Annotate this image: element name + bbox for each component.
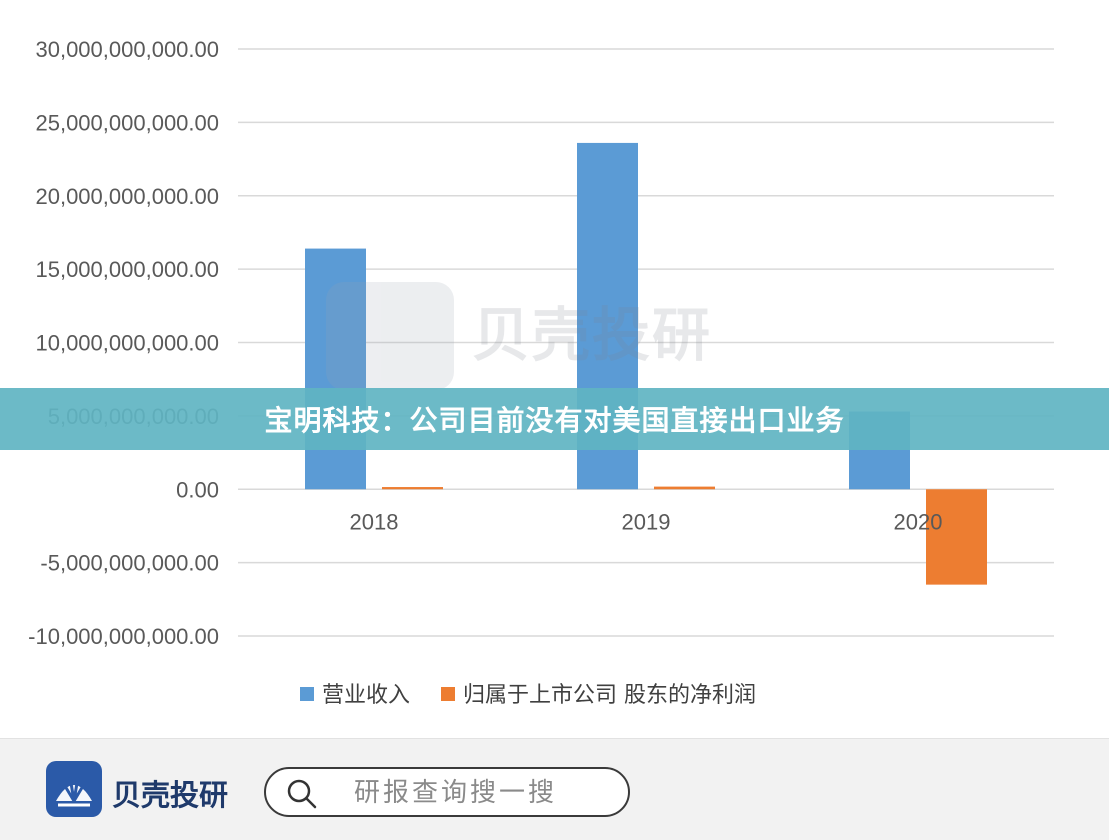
y-tick-label: -5,000,000,000.00 [40, 551, 219, 576]
search-box[interactable] [264, 767, 630, 817]
shell-logo-icon[interactable] [46, 761, 102, 817]
y-axis-ticks: 30,000,000,000.00 25,000,000,000.00 20,000… [28, 37, 219, 649]
footer-bar: 贝壳投研 [0, 738, 1109, 840]
legend-swatch [441, 687, 455, 701]
bar-2019-series-1 [654, 486, 715, 490]
legend-label: 归属于上市公司 股东的净利润 [463, 683, 756, 708]
bar-2018-series-1 [382, 487, 443, 490]
y-tick-label: 30,000,000,000.00 [35, 37, 219, 62]
legend-label: 营业收入 [322, 683, 410, 708]
bar-2020-series-1 [926, 489, 987, 585]
y-tick-label: -10,000,000,000.00 [28, 624, 219, 649]
y-tick-label: 0.00 [176, 477, 219, 502]
y-tick-label: 20,000,000,000.00 [35, 184, 219, 209]
y-tick-label: 15,000,000,000.00 [35, 257, 219, 282]
headline-title: 宝明科技：公司目前没有对美国直接出口业务 [264, 404, 845, 437]
y-tick-label: 10,000,000,000.00 [35, 331, 219, 356]
x-axis-categories: 2018 2019 2020 [350, 509, 943, 534]
legend-swatch [300, 687, 314, 701]
x-category-label: 2018 [350, 509, 399, 534]
x-category-label: 2019 [622, 509, 671, 534]
bar-chart: 30,000,000,000.00 25,000,000,000.00 20,000… [28, 37, 1054, 708]
bar-2018-series-0 [305, 248, 366, 490]
headline-banner: 宝明科技：公司目前没有对美国直接出口业务 [0, 388, 1109, 450]
brand-name[interactable]: 贝壳投研 [112, 772, 228, 814]
search-input[interactable] [354, 777, 614, 809]
chart-area: 30,000,000,000.00 25,000,000,000.00 20,000… [0, 0, 1109, 738]
search-icon[interactable] [286, 778, 318, 810]
y-tick-label: 25,000,000,000.00 [35, 110, 219, 135]
x-category-label: 2020 [894, 509, 943, 534]
legend: 营业收入 归属于上市公司 股东的净利润 [300, 683, 756, 708]
